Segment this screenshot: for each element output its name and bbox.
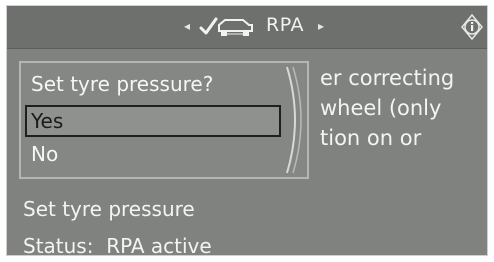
controller-bracket-icon (286, 66, 302, 174)
status-value: RPA active (106, 234, 212, 256)
status-line: Status: RPA active (23, 234, 212, 256)
confirm-popup: Set tyre pressure? Yes No (19, 61, 309, 179)
background-description: er correcting wheel (only tion on or (320, 63, 454, 153)
background-line: er correcting (320, 66, 455, 90)
popup-title: Set tyre pressure? (31, 72, 214, 96)
left-arrow-icon[interactable]: ◂ (184, 19, 190, 33)
status-label: Status: (23, 234, 94, 256)
rpa-car-check-icon (199, 17, 253, 36)
background-line: tion on or (320, 126, 422, 150)
yes-option[interactable]: Yes (25, 105, 281, 137)
idrive-screen: ◂ RPA ▸ er correcting wheel (only tion o… (6, 5, 488, 256)
set-tyre-pressure-item[interactable]: Set tyre pressure (23, 197, 195, 221)
right-arrow-icon[interactable]: ▸ (318, 19, 324, 33)
header-bar: ◂ RPA ▸ (7, 6, 487, 49)
background-line: wheel (only (320, 96, 442, 120)
info-icon[interactable] (461, 14, 483, 40)
no-option[interactable]: No (25, 139, 281, 171)
page-title: RPA (266, 14, 304, 36)
